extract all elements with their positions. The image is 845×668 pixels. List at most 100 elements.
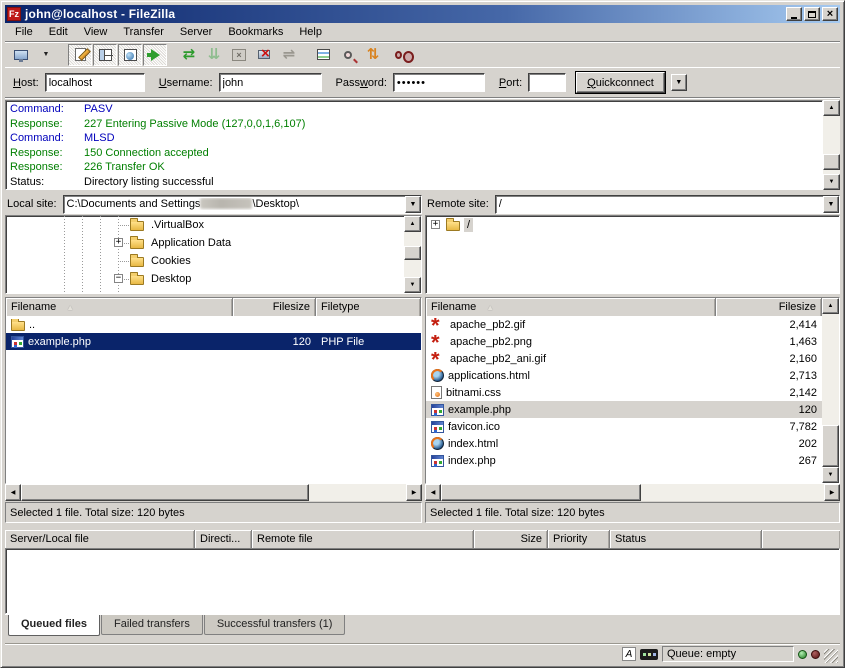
file-row[interactable]: index.html 202	[426, 435, 822, 452]
local-horizontal-scrollbar[interactable]: ◀ ▶	[5, 484, 422, 501]
scroll-right-icon[interactable]: ▶	[406, 484, 422, 501]
cancel-operation-button[interactable]: ×	[227, 44, 251, 66]
queue-tab[interactable]: Successful transfers (1)	[204, 615, 346, 635]
php-icon	[431, 455, 444, 467]
remote-file-list: apache_pb2.gif 2,414 apache_pb2.png 1,46…	[426, 316, 822, 483]
tree-expander[interactable]: +	[431, 220, 440, 229]
directory-comparison-button[interactable]	[336, 44, 360, 66]
reconnect-button[interactable]: ⇌	[277, 44, 301, 66]
tree-expander[interactable]: −	[114, 274, 123, 283]
scroll-left-icon[interactable]: ◀	[425, 484, 441, 501]
menu-item[interactable]: View	[76, 24, 116, 40]
separator-button[interactable]	[168, 44, 176, 66]
maximize-button[interactable]	[804, 7, 820, 21]
scroll-down-icon[interactable]: ▼	[823, 174, 840, 190]
toggle-remote-tree-button[interactable]	[118, 44, 142, 66]
process-queue-button[interactable]: ⇊	[202, 44, 226, 66]
column-header-size[interactable]: Size	[474, 530, 548, 548]
log-scrollbar[interactable]: ▲ ▼	[823, 100, 840, 190]
menu-item[interactable]: Edit	[41, 24, 76, 40]
column-header-direction[interactable]: Directi...	[195, 530, 252, 548]
scroll-thumb[interactable]	[441, 484, 641, 501]
port-input[interactable]	[528, 73, 566, 92]
scroll-down-icon[interactable]: ▼	[404, 277, 421, 293]
minimize-button[interactable]	[786, 7, 802, 21]
remote-list-scrollbar[interactable]: ▲ ▼	[822, 298, 839, 483]
tree-item[interactable]: Cookies	[6, 252, 404, 270]
local-site-dropdown-button[interactable]: ▼	[405, 196, 421, 213]
scroll-up-icon[interactable]: ▲	[822, 298, 839, 314]
file-row[interactable]: applications.html 2,713	[426, 367, 822, 384]
scroll-up-icon[interactable]: ▲	[404, 216, 421, 232]
scroll-thumb[interactable]	[822, 425, 839, 467]
find-files-button[interactable]	[386, 44, 410, 66]
folder-icon	[446, 221, 460, 231]
file-row[interactable]: example.php 120	[426, 401, 822, 418]
scroll-right-icon[interactable]: ▶	[824, 484, 840, 501]
synchronized-browsing-button[interactable]: ⇅	[361, 44, 385, 66]
tree-item[interactable]: .VirtualBox	[6, 216, 404, 234]
remote-horizontal-scrollbar[interactable]: ◀ ▶	[425, 484, 840, 501]
scroll-thumb[interactable]	[21, 484, 309, 501]
tree-item[interactable]: + /	[426, 216, 839, 234]
toggle-message-log-button[interactable]	[68, 44, 92, 66]
scroll-up-icon[interactable]: ▲	[823, 100, 840, 116]
queue-tab[interactable]: Queued files	[8, 615, 100, 636]
queue-tab[interactable]: Failed transfers	[101, 615, 203, 635]
tree-item[interactable]: + Application Data	[6, 234, 404, 252]
local-tree-scrollbar[interactable]: ▲ ▼	[404, 216, 421, 293]
file-row[interactable]: favicon.ico 7,782	[426, 418, 822, 435]
quickconnect-button[interactable]: Quickconnect	[576, 72, 665, 93]
quickconnect-dropdown-button[interactable]: ▼	[671, 74, 687, 91]
log-line: Status: Directory listing successful	[6, 175, 822, 190]
file-row[interactable]: index.php 267	[426, 452, 822, 469]
file-row[interactable]: ..	[6, 316, 421, 333]
remote-site-dropdown-button[interactable]: ▼	[823, 196, 839, 213]
separator-button[interactable]	[302, 44, 310, 66]
column-header-server-local-file[interactable]: Server/Local file	[5, 530, 195, 548]
menu-item[interactable]: File	[7, 24, 41, 40]
menu-item[interactable]: Help	[291, 24, 330, 40]
site-manager-dropdown-icon: ▼	[43, 51, 50, 58]
refresh-button[interactable]: ⇄	[177, 44, 201, 66]
title-bar[interactable]: Fz john@localhost - FileZilla ×	[5, 5, 840, 23]
tree-expander[interactable]: +	[114, 238, 123, 247]
menu-item[interactable]: Bookmarks	[220, 24, 291, 40]
scroll-left-icon[interactable]: ◀	[5, 484, 21, 501]
site-manager-button[interactable]	[9, 44, 33, 66]
username-input[interactable]	[219, 73, 322, 92]
menu-item[interactable]: Server	[172, 24, 220, 40]
column-header-status[interactable]: Status	[610, 530, 762, 548]
scroll-thumb[interactable]	[404, 246, 421, 260]
local-site-combo[interactable]: C:\Documents and Settings\Desktop\ ▼	[63, 195, 422, 214]
file-row[interactable]: apache_pb2.png 1,463	[426, 333, 822, 350]
file-row[interactable]: bitnami.css 2,142	[426, 384, 822, 401]
toggle-transfer-queue-button[interactable]	[143, 44, 167, 66]
column-header-filesize[interactable]: Filesize	[716, 298, 822, 316]
menu-item[interactable]: Transfer	[115, 24, 172, 40]
column-header-filetype[interactable]: Filetype	[316, 298, 421, 316]
column-header-remote-file[interactable]: Remote file	[252, 530, 474, 548]
column-header-filesize[interactable]: Filesize	[233, 298, 316, 316]
close-button[interactable]: ×	[822, 7, 838, 21]
disconnect-button[interactable]	[252, 44, 276, 66]
separator-button[interactable]	[59, 44, 67, 66]
column-header-filename[interactable]: Filename▲	[6, 298, 233, 316]
directory-listing-filters-button[interactable]	[311, 44, 335, 66]
scroll-down-icon[interactable]: ▼	[822, 467, 839, 483]
file-row[interactable]: apache_pb2.gif 2,414	[426, 316, 822, 333]
host-input[interactable]	[45, 73, 145, 92]
remote-site-combo[interactable]: / ▼	[495, 195, 840, 214]
resize-grip[interactable]	[824, 649, 838, 663]
scroll-thumb[interactable]	[823, 154, 840, 170]
tree-item[interactable]: − Desktop	[6, 270, 404, 288]
transfer-mode-ascii-icon[interactable]: A	[622, 647, 636, 661]
file-row[interactable]: apache_pb2_ani.gif 2,160	[426, 350, 822, 367]
column-header-priority[interactable]: Priority	[548, 530, 610, 548]
password-input[interactable]	[393, 73, 485, 92]
file-row[interactable]: example.php 120 PHP File 1	[6, 333, 421, 350]
toggle-local-tree-button[interactable]	[93, 44, 117, 66]
column-header-filename[interactable]: Filename▲	[426, 298, 716, 316]
speed-limit-icon[interactable]	[640, 649, 658, 660]
site-manager-dropdown-button[interactable]: ▼	[34, 44, 58, 66]
